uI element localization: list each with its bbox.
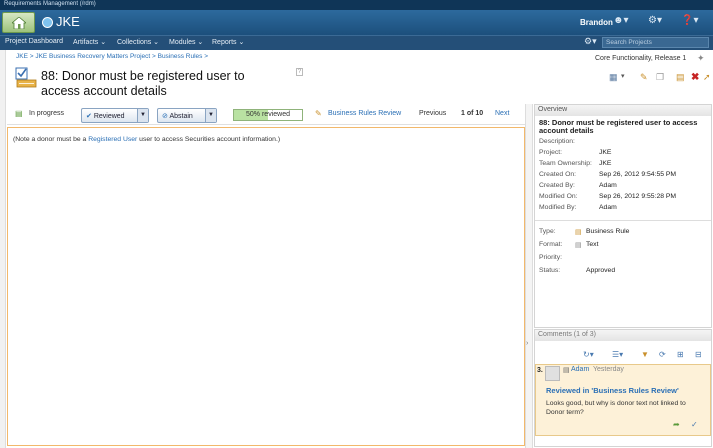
- comment-number: 3.: [537, 367, 543, 374]
- attr-value: Text: [586, 241, 599, 248]
- comments-heading[interactable]: Comments (1 of 3): [535, 330, 711, 341]
- previous-button[interactable]: Previous: [419, 110, 446, 117]
- ov-label: Project:: [539, 149, 563, 156]
- home-button[interactable]: [2, 12, 35, 33]
- attr-label: Status:: [539, 267, 561, 274]
- attr-label: Priority:: [539, 254, 563, 261]
- business-rule-icon: [15, 67, 37, 88]
- reviewed-button[interactable]: ✔ Reviewed ▼: [81, 108, 149, 123]
- comment-subject[interactable]: Reviewed in 'Business Rules Review': [546, 386, 679, 395]
- attr-label: Format:: [539, 241, 563, 248]
- ov-label: Description:: [539, 138, 575, 145]
- overview-heading[interactable]: Overview: [535, 105, 711, 116]
- help-icon[interactable]: ?: [296, 68, 303, 76]
- gear-icon[interactable]: ⚙▾: [648, 15, 662, 26]
- chevron-right-icon[interactable]: ›: [526, 340, 528, 347]
- nav-reports[interactable]: Reports ⌄: [212, 38, 244, 46]
- refresh-icon[interactable]: ⟳: [659, 350, 666, 359]
- edit-icon[interactable]: ✎: [640, 72, 650, 82]
- history-icon[interactable]: ▤: [676, 72, 686, 82]
- expand-icon[interactable]: ⊞: [677, 350, 684, 359]
- chevron-down-icon[interactable]: ▼: [137, 109, 148, 122]
- add-comment-icon[interactable]: ↻▾: [583, 350, 594, 359]
- panel-splitter[interactable]: [525, 104, 533, 448]
- layout-icon[interactable]: ▦: [609, 72, 619, 82]
- attr-value: Business Rule: [586, 228, 630, 235]
- chevron-down-icon[interactable]: ▾: [621, 72, 631, 82]
- artifact-content-text: (Note a donor must be a Registered User …: [13, 136, 280, 143]
- abstain-icon: ⊘: [162, 113, 168, 120]
- attr-label: Type:: [539, 228, 556, 235]
- search-projects-input[interactable]: Search Projects: [602, 37, 709, 48]
- resolve-icon[interactable]: ✓: [691, 420, 698, 429]
- business-rule-icon: ▤: [575, 229, 582, 236]
- reply-icon[interactable]: ➦: [673, 420, 680, 429]
- attr-value: Approved: [586, 267, 616, 274]
- nav-artifacts[interactable]: Artifacts ⌄: [73, 38, 106, 46]
- chevron-down-icon[interactable]: ▼: [205, 109, 216, 122]
- nav-project-dashboard[interactable]: Project Dashboard: [5, 38, 63, 45]
- nav-collections[interactable]: Collections ⌄: [117, 38, 159, 46]
- ov-value: Adam: [599, 182, 617, 189]
- review-status: In progress: [29, 110, 65, 117]
- copy-icon[interactable]: ❐: [656, 72, 666, 82]
- left-collapse-strip[interactable]: [0, 50, 6, 448]
- filter-icon[interactable]: ▼: [641, 350, 649, 359]
- reviewed-label: Reviewed: [93, 113, 125, 120]
- overview-title: 88: Donor must be registered user to acc…: [539, 118, 698, 135]
- home-icon: [12, 17, 26, 29]
- ov-value: Sep 26, 2012 9:55:28 PM: [599, 193, 677, 200]
- user-menu[interactable]: Brandon: [580, 18, 613, 27]
- registered-user-link[interactable]: Registered User: [88, 136, 137, 143]
- ov-label: Modified On:: [539, 193, 578, 200]
- tag-icon[interactable]: ✦: [697, 53, 705, 64]
- comment-body: Looks good, but why is donor text not li…: [546, 400, 686, 416]
- ov-label: Modified By:: [539, 204, 577, 211]
- ov-label: Team Ownership:: [539, 160, 592, 167]
- users-icon[interactable]: ☻▾: [613, 15, 629, 26]
- artifact-title: 88: Donor must be registered user to acc…: [41, 69, 245, 98]
- next-button[interactable]: Next: [495, 110, 509, 117]
- project-name: JKE: [56, 14, 80, 29]
- link-icon[interactable]: ➚: [703, 72, 713, 82]
- abstain-label: Abstain: [169, 113, 193, 120]
- review-icon: ✎: [315, 109, 322, 118]
- content-suffix: user to access Securities account inform…: [137, 136, 281, 143]
- overview-divider: [535, 220, 711, 221]
- comment-author[interactable]: Adam: [571, 366, 589, 373]
- app-title-bar: Requirements Management (/rdm): [0, 0, 713, 10]
- breadcrumb[interactable]: JKE > JKE Business Recovery Matters Proj…: [16, 53, 208, 60]
- content-prefix: (Note a donor must be a: [13, 136, 89, 143]
- artifact-content-area[interactable]: [7, 127, 525, 446]
- ov-value: JKE: [599, 160, 612, 167]
- review-progress-text: 50% reviewed: [246, 111, 290, 118]
- abstain-button[interactable]: ⊘ Abstain ▼: [157, 108, 217, 123]
- ov-value: Adam: [599, 204, 617, 211]
- collapse-icon[interactable]: ⊟: [695, 350, 702, 359]
- ov-value: Sep 26, 2012 9:54:55 PM: [599, 171, 677, 178]
- ov-value: JKE: [599, 149, 612, 156]
- check-icon: ✔: [86, 113, 92, 120]
- in-progress-icon: ▤: [15, 109, 23, 118]
- avatar: [545, 366, 560, 381]
- project-logo-icon: [42, 17, 53, 28]
- list-icon[interactable]: ☰▾: [612, 350, 623, 359]
- review-position: 1 of 10: [461, 110, 484, 117]
- settings-icon[interactable]: ⚙▾: [584, 36, 597, 47]
- ov-label: Created By:: [539, 182, 575, 189]
- release-label: Core Functionality, Release 1: [595, 55, 687, 62]
- comment-time: Yesterday: [593, 366, 624, 373]
- app-title: Requirements Management (/rdm): [4, 1, 96, 7]
- ov-label: Created On:: [539, 171, 577, 178]
- comment-type-icon: ▤: [563, 367, 570, 374]
- text-format-icon: ▤: [575, 242, 582, 249]
- delete-icon[interactable]: ✖: [691, 72, 701, 83]
- review-name-link[interactable]: Business Rules Review: [328, 110, 401, 117]
- help-icon[interactable]: ❓▾: [681, 15, 698, 26]
- nav-modules[interactable]: Modules ⌄: [169, 38, 203, 46]
